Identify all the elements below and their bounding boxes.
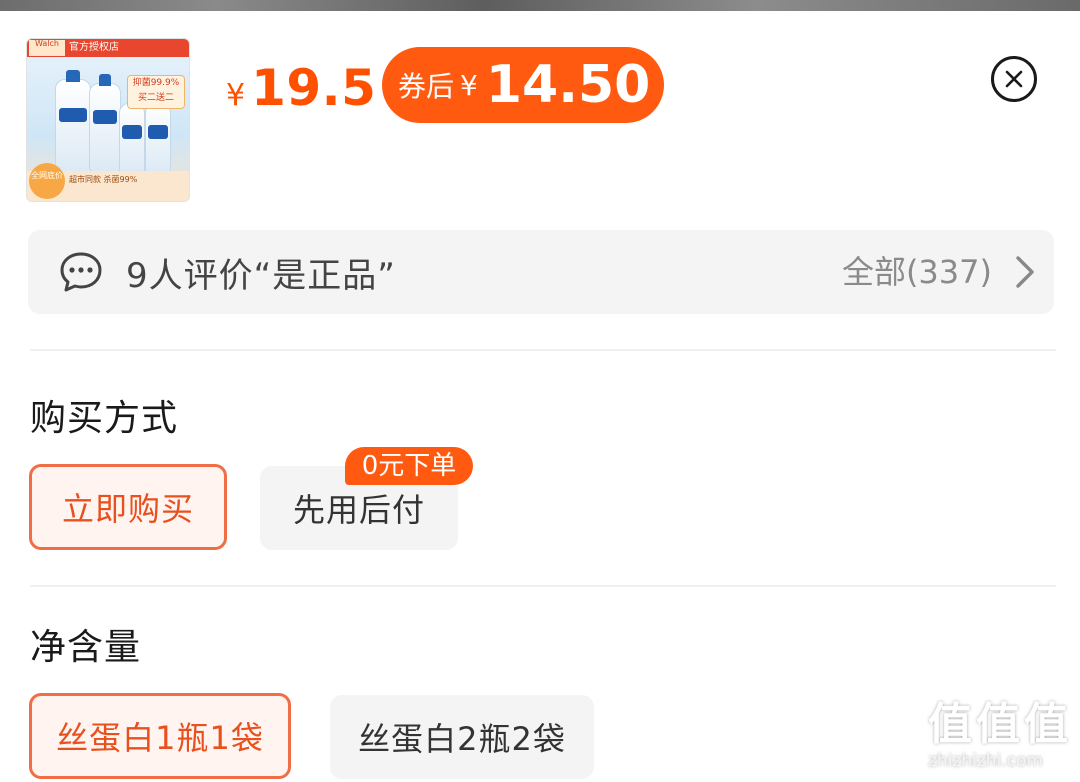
chevron-right-icon [1016,256,1034,288]
watermark-logo: 值值值 [928,699,1072,750]
refill-bag-graphic [145,103,171,175]
top-screen-strip [0,0,1080,11]
option-volume-2[interactable]: 丝蛋白2瓶2袋 [330,695,594,779]
price-block: ¥ 19.5 [226,53,376,123]
bottle-graphic [55,70,91,175]
watermark-url: zhizhizhi.com [928,751,1043,771]
thumb-brand-logo: Walch [29,40,65,56]
review-all-link[interactable]: 全部(337) [842,230,992,314]
close-circle-icon [1005,70,1023,88]
divider [30,349,1056,351]
product-thumbnail[interactable]: 官方授权店 Walch 抑菌99.9% 买二送二 超市同款 杀菌99% 全网底价 [26,38,190,202]
divider [30,585,1056,587]
review-highlight: 9人评价“是正品” [126,255,396,296]
option-label: 立即购买 [61,490,194,528]
option-label: 丝蛋白2瓶2袋 [358,720,566,758]
option-label: 先用后付 [292,491,425,529]
coupon-label: 券后 [398,70,455,103]
product-spec-sheet: 官方授权店 Walch 抑菌99.9% 买二送二 超市同款 杀菌99% 全网底价… [0,11,1080,782]
option-label: 丝蛋白1瓶1袋 [56,719,264,757]
chat-bubble-icon [60,252,102,292]
net-content-title: 净含量 [30,627,142,668]
coupon-price-value: 14.50 [485,55,651,115]
option-buy-now[interactable]: 立即购买 [29,464,227,550]
price-currency: ¥ [226,78,246,113]
price-value: 19.5 [251,59,377,117]
review-summary-bar[interactable]: 9人评价“是正品” 全部(337) [28,230,1054,314]
thumb-promo-tag: 抑菌99.9% 买二送二 [127,75,185,109]
refill-bag-graphic [119,103,145,175]
coupon-currency: ¥ [460,68,478,102]
zero-yuan-badge: 0元下单 [345,447,473,485]
bottle-graphic [89,74,121,173]
close-button[interactable] [991,56,1037,102]
site-watermark: 值值值 zhizhizhi.com [928,700,1074,782]
option-volume-1[interactable]: 丝蛋白1瓶1袋 [29,693,291,779]
purchase-method-title: 购买方式 [30,398,179,439]
thumb-seal: 全网底价 [29,163,65,199]
price: ¥ 19.5 [226,59,376,117]
coupon-price-badge: 券后 ¥ 14.50 [382,47,664,123]
